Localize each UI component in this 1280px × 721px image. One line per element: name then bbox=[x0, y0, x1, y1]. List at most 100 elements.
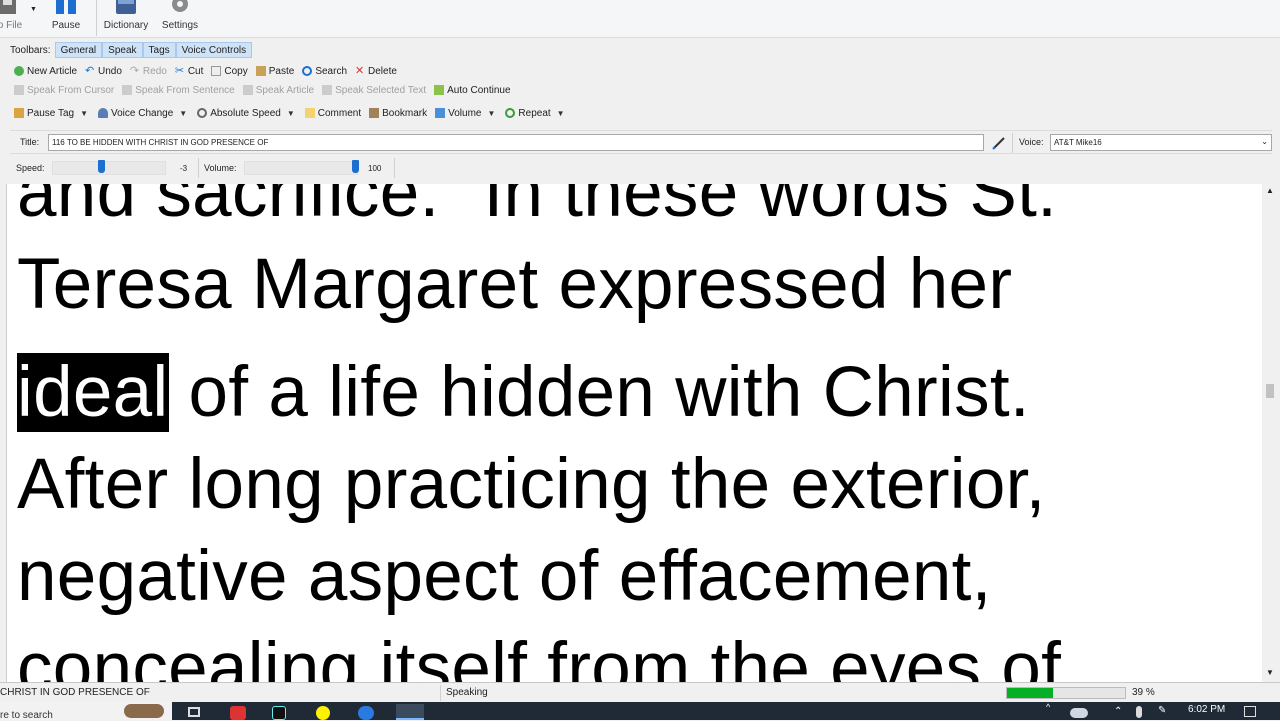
comment-icon bbox=[304, 108, 315, 118]
title-divider bbox=[1012, 133, 1013, 153]
vivaldi-browser-icon[interactable] bbox=[230, 706, 246, 720]
settings-button[interactable]: Settings bbox=[158, 0, 202, 38]
file-dropdown-icon[interactable]: ▼ bbox=[30, 6, 37, 13]
new-article-button[interactable]: New Article bbox=[10, 62, 81, 80]
highlighted-word: ideal bbox=[17, 353, 169, 432]
paste-icon bbox=[255, 66, 266, 76]
speedometer-icon bbox=[197, 108, 208, 118]
speed-volume-row: Speed: -3 Volume: 100 bbox=[10, 156, 1272, 180]
redo-button[interactable]: ↷ Redo bbox=[126, 62, 171, 80]
pause-button[interactable]: Pause bbox=[48, 0, 84, 38]
pause-tag-button[interactable]: Pause Tag bbox=[10, 104, 78, 122]
tab-tags[interactable]: Tags bbox=[142, 42, 176, 58]
copy-button[interactable]: Copy bbox=[207, 62, 251, 80]
general-toolbar: New Article ↶ Undo ↷ Redo ✂ Cut Copy Paste … bbox=[10, 62, 401, 80]
pen-tray-icon[interactable]: ✎ bbox=[1158, 705, 1166, 716]
speak-article-button[interactable]: Speak Article bbox=[239, 81, 318, 99]
toolbars-tabs: Toolbars: General Speak Tags Voice Contr… bbox=[10, 42, 253, 58]
network-icon[interactable]: ⌃ bbox=[1114, 706, 1122, 717]
pause-tag-dropdown-icon[interactable]: ▼ bbox=[80, 109, 88, 118]
save-icon bbox=[0, 0, 16, 14]
tiktok-icon[interactable] bbox=[272, 706, 286, 720]
repeat-icon bbox=[505, 108, 516, 118]
dictionary-book-icon bbox=[116, 0, 136, 14]
dictionary-button[interactable]: Dictionary bbox=[102, 0, 150, 38]
delete-icon: ✕ bbox=[355, 65, 365, 77]
volume-slider-thumb[interactable] bbox=[352, 160, 359, 173]
search-button[interactable]: Search bbox=[298, 62, 351, 80]
volume-label: Volume: bbox=[204, 163, 237, 173]
paste-button[interactable]: Paste bbox=[252, 62, 299, 80]
speaker-icon bbox=[435, 108, 446, 118]
repeat-dropdown-icon[interactable]: ▼ bbox=[557, 109, 565, 118]
speed-value: -3 bbox=[180, 164, 188, 173]
speak-selected-text-button[interactable]: Speak Selected Text bbox=[318, 81, 430, 99]
voice-change-dropdown-icon[interactable]: ▼ bbox=[179, 109, 187, 118]
tab-voice-controls[interactable]: Voice Controls bbox=[175, 42, 253, 58]
scroll-down-icon[interactable]: ▼ bbox=[1266, 668, 1274, 677]
cut-button[interactable]: ✂ Cut bbox=[171, 62, 208, 80]
tags-toolbar: Pause Tag ▼ Voice Change ▼ Absolute Spee… bbox=[10, 104, 571, 122]
redo-icon: ↷ bbox=[129, 65, 140, 77]
person-icon bbox=[98, 108, 108, 118]
speed-slider-thumb[interactable] bbox=[97, 160, 105, 173]
text-line-3: ideal of a life hidden with Christ. bbox=[17, 353, 1030, 432]
tab-speak[interactable]: Speak bbox=[102, 42, 143, 58]
copy-icon bbox=[211, 66, 222, 76]
speak-article-icon bbox=[242, 85, 253, 95]
speech-progress-bar bbox=[1006, 687, 1126, 699]
cloud-icon[interactable] bbox=[1070, 708, 1088, 718]
speech-progress-fill bbox=[1007, 688, 1054, 698]
undo-button[interactable]: ↶ Undo bbox=[81, 62, 126, 80]
bookmark-icon bbox=[369, 108, 380, 118]
scroll-thumb[interactable] bbox=[1266, 384, 1274, 398]
voice-label: Voice: bbox=[1019, 137, 1044, 147]
task-view-icon[interactable] bbox=[188, 707, 200, 717]
auto-continue-button[interactable]: Auto Continue bbox=[430, 81, 514, 99]
notification-icon[interactable] bbox=[1244, 706, 1256, 717]
delete-button[interactable]: ✕ Delete bbox=[351, 62, 401, 80]
auto-continue-icon bbox=[434, 85, 445, 95]
absolute-speed-button[interactable]: Absolute Speed bbox=[193, 104, 285, 122]
voice-select[interactable]: AT&T Mike16 ⌄ bbox=[1050, 134, 1272, 151]
progress-text: 39 % bbox=[1132, 687, 1155, 698]
vertical-scrollbar[interactable]: ▲ ▼ bbox=[1262, 184, 1278, 682]
title-field[interactable]: 116 TO BE HIDDEN WITH CHRIST IN GOD PRES… bbox=[48, 134, 984, 151]
file-button[interactable]: o File bbox=[0, 0, 28, 38]
speed-slider[interactable] bbox=[52, 160, 166, 175]
status-state: Speaking bbox=[446, 687, 488, 698]
pause-icon bbox=[56, 0, 76, 14]
scroll-up-icon[interactable]: ▲ bbox=[1266, 186, 1274, 195]
text-line-5: negative aspect of effacement, bbox=[17, 537, 992, 616]
snapchat-icon[interactable] bbox=[316, 706, 330, 720]
windows-taskbar: re to search ^ ⌃ ✎ 6:02 PM bbox=[0, 702, 1280, 721]
speed-label: Speed: bbox=[16, 163, 45, 173]
ribbon-divider bbox=[96, 0, 97, 36]
bookmark-button[interactable]: Bookmark bbox=[365, 104, 431, 122]
firefox-icon[interactable] bbox=[358, 706, 374, 720]
gear-icon bbox=[172, 0, 188, 12]
microphone-icon[interactable] bbox=[1136, 706, 1142, 718]
absolute-speed-dropdown-icon[interactable]: ▼ bbox=[287, 109, 295, 118]
repeat-button[interactable]: Repeat bbox=[501, 104, 554, 122]
voice-change-button[interactable]: Voice Change bbox=[94, 104, 177, 122]
volume-value: 100 bbox=[368, 164, 382, 173]
volume-divider bbox=[394, 158, 395, 178]
volume-button[interactable]: Volume bbox=[431, 104, 485, 122]
speak-from-cursor-button[interactable]: Speak From Cursor bbox=[10, 81, 118, 99]
speak-from-sentence-button[interactable]: Speak From Sentence bbox=[118, 81, 239, 99]
comment-button[interactable]: Comment bbox=[301, 104, 365, 122]
pen-icon[interactable] bbox=[992, 136, 1006, 150]
clock-time[interactable]: 6:02 PM bbox=[1188, 704, 1225, 715]
volume-dropdown-icon[interactable]: ▼ bbox=[487, 109, 495, 118]
hourglass-icon bbox=[14, 108, 24, 118]
speak-selected-icon bbox=[322, 85, 333, 95]
new-article-icon bbox=[14, 66, 24, 76]
speak-cursor-icon bbox=[14, 85, 24, 95]
active-app-icon[interactable] bbox=[396, 704, 424, 720]
document-text-area[interactable]: and sacrifice.” In these words St. Teres… bbox=[6, 184, 1262, 682]
tab-general[interactable]: General bbox=[54, 42, 103, 58]
taskbar-search-box[interactable]: re to search bbox=[0, 702, 172, 721]
volume-slider[interactable] bbox=[244, 160, 359, 175]
chevron-up-icon[interactable]: ^ bbox=[1046, 702, 1050, 712]
